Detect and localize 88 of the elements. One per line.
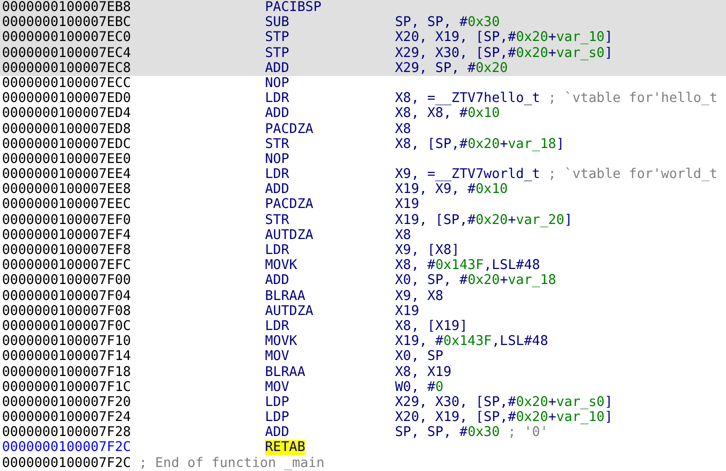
address: 0000000100007EC4: [1, 46, 131, 61]
mnemonic: STR: [265, 136, 290, 152]
address: 0000000100007F1C: [1, 380, 131, 395]
operand-text: X8, X19: [395, 364, 452, 380]
mnemonic: NOP: [265, 152, 290, 167]
mnemonic: LDR: [265, 167, 290, 182]
address: 0000000100007EC8: [1, 60, 131, 76]
address: 0000000100007ED0: [1, 91, 131, 106]
operand-text: X8: [395, 122, 412, 137]
mnemonic: LDR: [265, 318, 290, 334]
comment: ; End of function _main: [139, 456, 324, 471]
operand-text: X20, X19, [SP,#0x20+var_10]: [395, 30, 613, 46]
address: 0000000100007EBC: [1, 15, 131, 30]
operand-text: X19: [395, 304, 420, 319]
operand-text: X8, [SP,#0x20+var_18]: [395, 136, 564, 152]
mnemonic: MOV: [265, 349, 290, 364]
address: 0000000100007EEC: [1, 197, 131, 212]
operand-text: X29, SP, #0x20: [395, 60, 508, 76]
operand-text: X20, X19, [SP,#0x20+var_10]: [395, 410, 613, 426]
operand-text: X8: [395, 228, 412, 243]
address: 0000000100007F14: [1, 349, 131, 364]
mnemonic: LDR: [265, 91, 290, 106]
address: 0000000100007F0C: [1, 318, 131, 334]
address: 0000000100007EF4: [1, 228, 131, 243]
mnemonic: MOV: [265, 380, 290, 395]
address: 0000000100007F24: [1, 410, 131, 426]
mnemonic: LDP: [265, 410, 290, 426]
address: 0000000100007EF8: [1, 243, 131, 258]
mnemonic: LDR: [265, 243, 290, 258]
mnemonic: NOP: [265, 76, 290, 91]
address: 0000000100007F00: [1, 273, 131, 288]
mnemonic: SUB: [265, 15, 290, 30]
mnemonic: ADD: [265, 60, 290, 76]
address: 0000000100007ECC: [1, 76, 131, 91]
operand-text: X8, #0x143F,LSL#48: [395, 258, 540, 274]
mnemonic: PACIBSP: [265, 0, 322, 15]
mnemonic: STP: [265, 30, 290, 46]
operand-text: X19: [395, 197, 420, 213]
address: 0000000100007F08: [1, 304, 131, 319]
operand-text: X19, [SP,#0x20+var_20]: [395, 212, 572, 228]
mnemonic: STR: [265, 212, 290, 228]
address: 0000000100007F10: [1, 334, 131, 350]
mnemonic: STP: [265, 46, 290, 61]
address: 0000000100007EE0: [1, 152, 131, 167]
mnemonic: ADD: [265, 425, 290, 440]
mnemonic: RETAB: [265, 440, 306, 456]
mnemonic: ADD: [265, 273, 290, 288]
operand-text: SP, SP, #0x30: [395, 15, 500, 30]
mnemonic: ADD: [265, 182, 290, 198]
address: 0000000100007F28: [1, 425, 131, 440]
address: 0000000100007EC0: [1, 30, 131, 46]
address: 0000000100007ED4: [1, 106, 131, 122]
mnemonic: BLRAA: [265, 288, 306, 304]
mnemonic: LDP: [265, 394, 290, 410]
operand-text: X8, [X19]: [395, 318, 468, 334]
operand-text: X9, X8: [395, 288, 444, 304]
address: 0000000100007F20: [1, 394, 131, 410]
address: 0000000100007EB8: [1, 0, 131, 15]
operand-text: X0, SP: [395, 349, 444, 364]
operand-text: W0, #0: [395, 380, 444, 395]
operand-text: X9, [X8]: [395, 243, 460, 258]
mnemonic: PACDZA: [265, 122, 314, 136]
operand-text: X0, SP, #0x20+var_18: [395, 273, 556, 289]
operand-text: X9, =__ZTV7world_t ; `vtable for'world_t: [395, 167, 718, 182]
address: 0000000100007EE8: [1, 182, 131, 198]
mnemonic: MOVK: [265, 258, 298, 274]
address: 0000000100007F2C: [1, 440, 131, 456]
mnemonic: PACDZA: [265, 197, 314, 212]
address: 0000000100007EDC: [1, 136, 131, 152]
operand-text: X8, X8, #0x10: [395, 106, 500, 122]
address: 0000000100007EFC: [1, 258, 131, 274]
operand-text: X29, X30, [SP,#0x20+var_s0]: [395, 394, 613, 410]
mnemonic: MOVK: [265, 334, 298, 350]
operand-text: X29, X30, [SP,#0x20+var_s0]: [395, 46, 613, 61]
operand-text: SP, SP, #0x30 ; '0': [395, 425, 548, 440]
mnemonic: AUTDZA: [265, 228, 314, 243]
address: 0000000100007F04: [1, 288, 131, 304]
address: 0000000100007ED8: [1, 122, 131, 136]
operand-text: X19, #0x143F,LSL#48: [395, 334, 548, 350]
mnemonic: ADD: [265, 106, 290, 122]
address: 0000000100007F18: [1, 364, 131, 380]
address: 0000000100007EE4: [1, 167, 131, 182]
mnemonic: AUTDZA: [265, 304, 314, 319]
address: 0000000100007EF0: [1, 212, 131, 228]
mnemonic: BLRAA: [265, 364, 306, 380]
address: 0000000100007F2C: [1, 456, 131, 471]
operand-text: X19, X9, #0x10: [395, 182, 508, 198]
operand-text: X8, =__ZTV7hello_t ; `vtable for'hello_t: [395, 91, 718, 106]
